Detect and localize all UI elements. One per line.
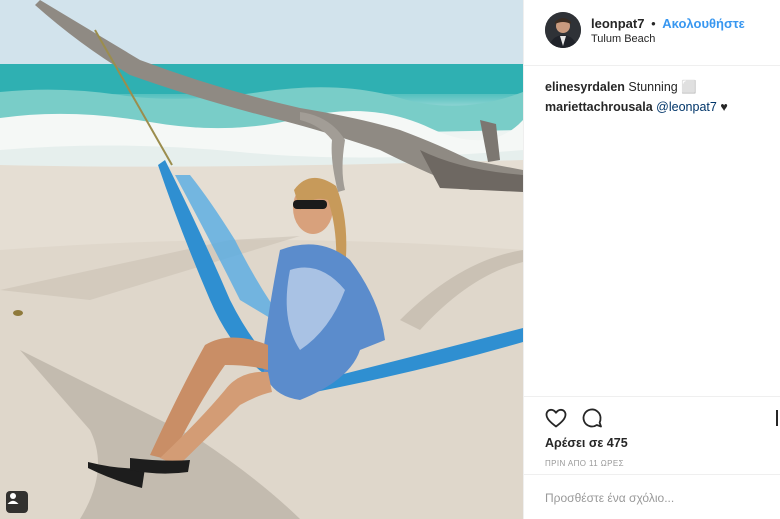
post-side-panel: leonpat7 • Ακολουθήστε Tulum Beach eline… [523, 0, 780, 519]
comment-mention[interactable]: @leonpat7 [656, 100, 717, 114]
post-timestamp: ΠΡΙΝ ΑΠΟ 11 ΩΡΕΣ [545, 459, 624, 468]
follow-button[interactable]: Ακολουθήστε [662, 16, 745, 31]
add-comment-section [524, 474, 780, 519]
avatar[interactable] [545, 12, 581, 48]
comment-bubble-icon[interactable] [580, 406, 604, 430]
header-username[interactable]: leonpat7 [591, 16, 644, 31]
comments-list: elinesyrdalen Stunning ⬜ mariettachrousa… [545, 77, 775, 117]
beach-hammock-illustration [0, 0, 523, 519]
comment-item: elinesyrdalen Stunning ⬜ [545, 77, 775, 97]
comment-text: Stunning ⬜ [628, 80, 697, 94]
comment-text: ♥ [720, 100, 728, 114]
user-tag-icon[interactable] [6, 491, 28, 513]
comment-username[interactable]: elinesyrdalen [545, 80, 625, 94]
add-comment-input[interactable] [545, 488, 765, 508]
location-link[interactable]: Tulum Beach [591, 33, 655, 45]
post-header: leonpat7 • Ακολουθήστε Tulum Beach [524, 0, 780, 66]
post-photo[interactable] [0, 0, 523, 519]
header-separator: • [651, 16, 656, 31]
likes-count[interactable]: Αρέσει σε 475 [545, 436, 628, 450]
bookmark-icon[interactable] [774, 406, 780, 430]
action-bar [524, 396, 780, 436]
comment-username[interactable]: mariettachrousala [545, 100, 653, 114]
comment-item: mariettachrousala @leonpat7 ♥ [545, 97, 775, 117]
heart-icon[interactable] [544, 406, 568, 430]
